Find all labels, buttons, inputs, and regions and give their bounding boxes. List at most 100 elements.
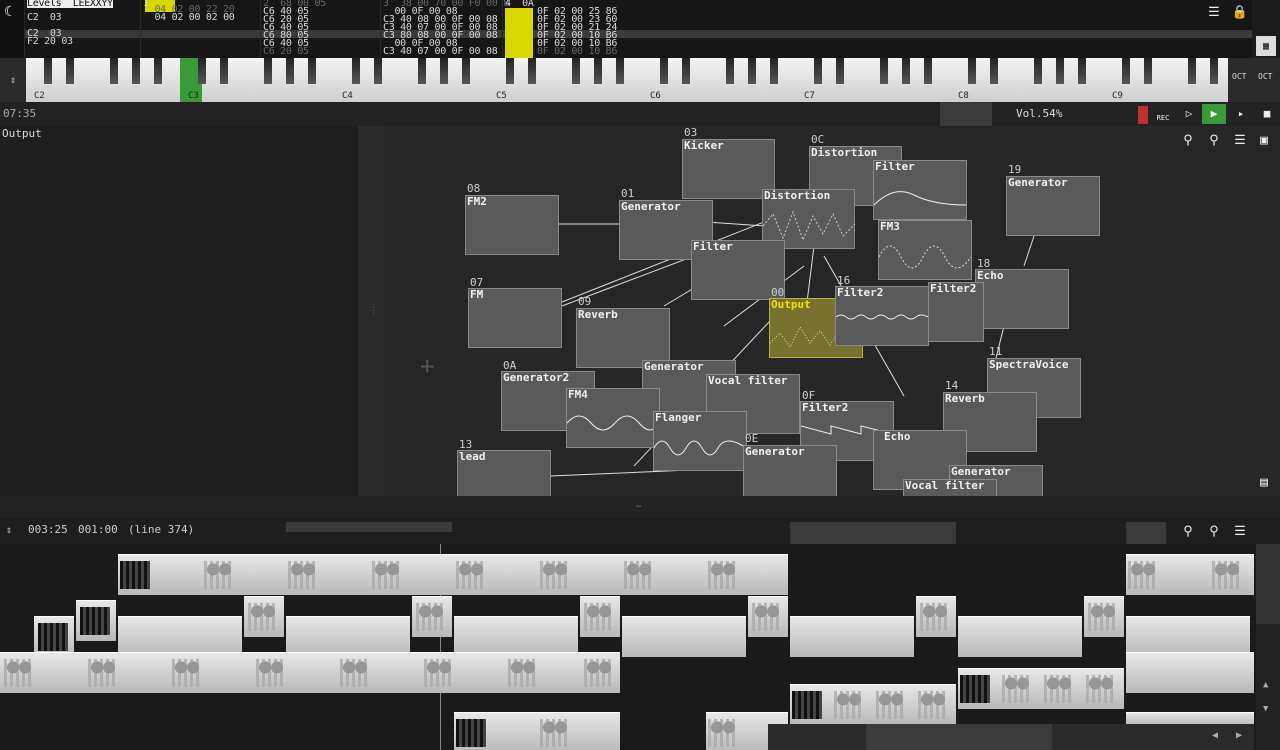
horizontal-splitter[interactable]: ⋯	[0, 496, 1280, 518]
stop-icon[interactable]: ■	[1256, 104, 1278, 124]
piano-black-key[interactable]	[594, 58, 602, 84]
add-track-icon[interactable]: ⚲	[1178, 521, 1198, 541]
pattern-block[interactable]	[244, 596, 284, 637]
piano-black-key[interactable]	[418, 58, 426, 84]
node-fm3[interactable]: FM3	[878, 220, 972, 280]
node-flanger[interactable]: Flanger	[653, 411, 747, 471]
timeline-marker[interactable]	[790, 522, 956, 544]
piano-black-key[interactable]	[352, 58, 360, 84]
pattern-block[interactable]	[34, 616, 74, 657]
pattern-block[interactable]	[0, 652, 620, 693]
piano-black-key[interactable]	[1122, 58, 1130, 84]
node-generator-19[interactable]: Generator	[1006, 176, 1100, 236]
add-effect-icon[interactable]: ⚲	[1204, 130, 1224, 150]
pattern-block[interactable]	[1126, 554, 1254, 595]
loop-region[interactable]	[286, 522, 452, 532]
piano-black-key[interactable]	[1188, 58, 1196, 84]
piano-black-key[interactable]	[110, 58, 118, 84]
pattern-block[interactable]	[958, 616, 1082, 657]
macro-panel[interactable]: Output	[0, 126, 358, 496]
pattern-channel-0[interactable]: Levels LEEXXYY C2 03 C2 03 F2 20 03	[24, 0, 141, 58]
pattern-channel-2[interactable]: 2 68 00 05 C6 40 05 C6 20 05 C6 40 05 C6…	[260, 0, 381, 58]
piano-black-key[interactable]	[264, 58, 272, 84]
scrollbar-thumb[interactable]	[1256, 544, 1280, 624]
record-button[interactable]: REC	[1152, 104, 1174, 124]
scroll-left-icon[interactable]: ◀	[1212, 730, 1218, 741]
node-vocal-filter-2[interactable]: Vocal filter	[903, 479, 997, 496]
piano-black-key[interactable]	[154, 58, 162, 84]
piano-black-key[interactable]	[682, 58, 690, 84]
timeline-marker[interactable]	[1126, 522, 1166, 544]
pattern-channel-4[interactable]: 4 0A 0F 02 00 25 86 0F 02 00 23 60 0F 02…	[502, 0, 625, 58]
scroll-right-icon[interactable]: ▶	[1236, 730, 1242, 741]
piano-black-key[interactable]	[1210, 58, 1218, 84]
pattern-block[interactable]	[118, 616, 242, 657]
pattern-block[interactable]	[790, 616, 914, 657]
pattern-block[interactable]	[454, 616, 578, 657]
pattern-block[interactable]	[286, 616, 410, 657]
vertical-scrollbar[interactable]: ▲ ▼	[1256, 544, 1280, 750]
pattern-block[interactable]	[1126, 652, 1254, 693]
visualizer-icon[interactable]: ▦	[1256, 36, 1276, 56]
piano-black-key[interactable]	[1144, 58, 1152, 84]
volume-readout[interactable]: Vol.54%	[1016, 107, 1062, 120]
graph-menu-icon[interactable]: ☰	[1230, 130, 1250, 150]
piano-black-key[interactable]	[440, 58, 448, 84]
play-from-start-icon[interactable]: ▷	[1178, 104, 1200, 124]
piano-black-key[interactable]	[770, 58, 778, 84]
piano-black-key[interactable]	[1034, 58, 1042, 84]
pattern-block[interactable]	[916, 596, 956, 637]
add-node-icon[interactable]: ⚲	[1178, 130, 1198, 150]
song-sequencer[interactable]: ◀ ▶	[0, 544, 1256, 750]
node-echo[interactable]: Echo	[975, 269, 1069, 329]
piano-black-key[interactable]	[220, 58, 228, 84]
piano-black-key[interactable]	[132, 58, 140, 84]
node-generator-0e[interactable]: Generator	[743, 445, 837, 496]
piano-black-key[interactable]	[726, 58, 734, 84]
spectrum-icon[interactable]: ▤	[1254, 472, 1274, 492]
piano-black-key[interactable]	[968, 58, 976, 84]
piano-black-key[interactable]	[1056, 58, 1064, 84]
piano-black-key[interactable]	[198, 58, 206, 84]
sequencer-menu-icon[interactable]: ☰	[1230, 521, 1250, 541]
pattern-block[interactable]	[118, 554, 788, 595]
piano-black-key[interactable]	[990, 58, 998, 84]
scrollbar-thumb[interactable]	[866, 724, 1052, 750]
pattern-block[interactable]	[412, 596, 452, 637]
piano-black-key[interactable]	[44, 58, 52, 84]
synth-graph[interactable]: + 03 Kicker 0C Distortion Filter 19 Gene…	[384, 126, 1280, 496]
piano-keyboard[interactable]: C2 C3 C4 C5 C6 C7 C8 C9	[26, 58, 1237, 102]
sequencer-scroll-icon[interactable]: ⇕	[6, 525, 12, 536]
node-fm[interactable]: FM	[468, 288, 562, 348]
node-reverb-09[interactable]: Reverb	[576, 308, 670, 368]
pattern-block[interactable]	[748, 596, 788, 637]
piano-black-key[interactable]	[836, 58, 844, 84]
node-filter[interactable]: Filter	[873, 160, 967, 220]
node-fm4[interactable]: FM4	[566, 388, 660, 448]
pattern-block[interactable]	[580, 596, 620, 637]
piano-black-key[interactable]	[286, 58, 294, 84]
pattern-channel-1[interactable]: 1 04 02 00 22 20 04 02 00 02 00	[140, 0, 261, 58]
piano-black-key[interactable]	[506, 58, 514, 84]
scroll-down-icon[interactable]: ▼	[1263, 704, 1268, 714]
add-pattern-icon[interactable]: ⚲	[1204, 521, 1224, 541]
piano-black-key[interactable]	[308, 58, 316, 84]
piano-black-key[interactable]	[880, 58, 888, 84]
piano-black-key[interactable]	[462, 58, 470, 84]
play-icon[interactable]: ▶	[1202, 104, 1226, 124]
volume-track[interactable]	[940, 102, 992, 126]
play-pattern-icon[interactable]: ▸	[1230, 104, 1252, 124]
scroll-up-icon[interactable]: ▲	[1263, 680, 1268, 690]
pattern-block[interactable]	[454, 712, 620, 750]
piano-black-key[interactable]	[374, 58, 382, 84]
pattern-channel-3[interactable]: 3 38 00 70 00 F0 00 8 00 0F 00 08 C3 40 …	[380, 0, 509, 58]
piano-black-key[interactable]	[66, 58, 74, 84]
node-filter2-b[interactable]: Filter2	[928, 282, 984, 342]
piano-black-key[interactable]	[748, 58, 756, 84]
pattern-block[interactable]	[790, 684, 956, 725]
pattern-block[interactable]	[1084, 596, 1124, 637]
pattern-editor[interactable]: ☾ Levels LEEXXYY C2 03 C2 03 F2 20 03 1 …	[0, 0, 1252, 58]
pattern-block[interactable]	[958, 668, 1124, 709]
piano-black-key[interactable]	[528, 58, 536, 84]
horizontal-scrollbar[interactable]: ◀ ▶	[768, 724, 1254, 750]
